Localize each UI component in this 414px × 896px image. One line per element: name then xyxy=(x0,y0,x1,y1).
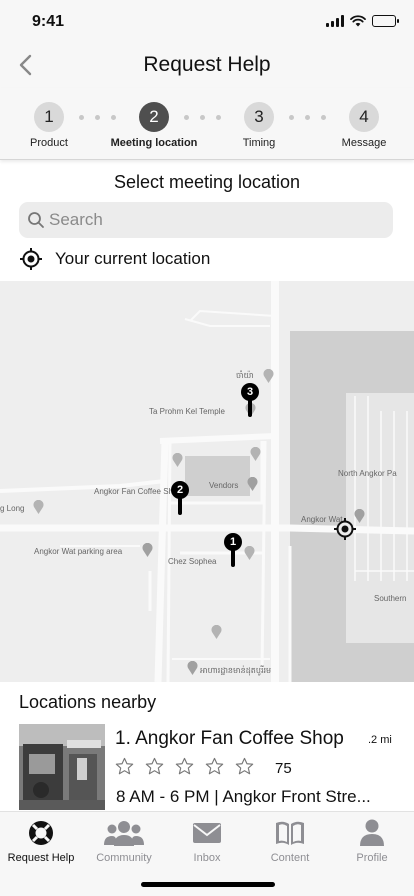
page-title: Request Help xyxy=(143,53,271,76)
step-number: 2 xyxy=(139,102,169,132)
status-time: 9:41 xyxy=(32,13,65,30)
restaurant-poi-icon xyxy=(263,369,274,383)
search-bar[interactable] xyxy=(19,202,393,238)
star-outline-icon xyxy=(115,757,134,775)
restaurant-poi-icon xyxy=(33,500,44,514)
lifebuoy-icon xyxy=(29,821,53,845)
map-label: Ta Prohm Kel Temple xyxy=(149,407,225,416)
place-poi-icon xyxy=(187,661,198,675)
step-label: Meeting location xyxy=(110,137,198,149)
restaurant-poi-icon xyxy=(250,447,261,461)
rating-stars xyxy=(115,757,254,776)
tab-request-help[interactable]: Request Help xyxy=(0,818,82,864)
step-number: 1 xyxy=(34,102,64,132)
map-pin-3[interactable]: 3 xyxy=(241,383,259,419)
step-number: 3 xyxy=(244,102,274,132)
search-input[interactable] xyxy=(49,202,379,238)
tab-inbox[interactable]: Inbox xyxy=(166,818,248,864)
current-location-marker-icon xyxy=(334,518,356,540)
location-hours: 8 AM - 6 PM | Angkor Front Stre... xyxy=(116,787,371,806)
status-icons xyxy=(326,15,399,27)
step-number: 4 xyxy=(349,102,379,132)
book-icon xyxy=(276,821,304,845)
star-outline-icon xyxy=(205,757,224,775)
tab-label: Profile xyxy=(356,852,388,864)
restaurant-poi-icon xyxy=(244,546,255,560)
map-pin-1[interactable]: 1 xyxy=(224,533,242,569)
place-poi-icon xyxy=(247,477,258,491)
map-label: អាហារដ្ឋានមាន់ដុតបូរីរម xyxy=(200,666,272,675)
progress-stepper: 1 Product 2 Meeting location 3 Timing 4 … xyxy=(0,88,414,160)
search-icon xyxy=(28,212,44,228)
map-label: ចាំយ៉ា xyxy=(236,371,254,380)
map-label: Southern xyxy=(374,594,407,603)
current-location-label: Your current location xyxy=(55,249,211,268)
place-poi-icon xyxy=(142,543,153,557)
step-message[interactable]: 4 Message xyxy=(319,102,409,149)
step-label: Message xyxy=(341,137,387,149)
map-pin-2[interactable]: 2 xyxy=(171,481,189,517)
star-outline-icon xyxy=(175,757,194,775)
home-indicator xyxy=(141,882,275,887)
restaurant-poi-icon xyxy=(211,625,222,639)
step-label: Product xyxy=(30,137,68,149)
battery-icon xyxy=(372,15,399,27)
map-label: g Long xyxy=(0,504,25,513)
tab-content[interactable]: Content xyxy=(249,818,331,864)
star-outline-icon xyxy=(145,757,164,775)
map-label: Vendors xyxy=(209,481,239,490)
map[interactable]: ចាំយ៉ា Ta Prohm Kel Temple Vendors Angko… xyxy=(0,281,414,682)
map-roads xyxy=(0,281,414,682)
tab-label: Content xyxy=(270,852,310,864)
location-photo xyxy=(19,724,105,810)
review-count: 75 xyxy=(275,760,292,777)
location-name: 1. Angkor Fan Coffee Shop xyxy=(115,728,344,749)
cellular-signal-icon xyxy=(326,15,344,27)
people-icon xyxy=(104,821,144,846)
tab-label: Community xyxy=(96,852,152,864)
tab-label: Request Help xyxy=(7,852,75,864)
tab-profile[interactable]: Profile xyxy=(331,818,413,864)
section-title: Select meeting location xyxy=(113,172,301,192)
tab-label: Inbox xyxy=(193,852,221,864)
map-label: North Angkor Pa xyxy=(338,469,397,478)
step-timing[interactable]: 3 Timing xyxy=(214,102,304,149)
location-distance: .2 mi xyxy=(368,734,392,746)
map-label: Angkor Wat parking area xyxy=(34,547,123,556)
person-icon xyxy=(360,819,384,846)
nearby-title: Locations nearby xyxy=(19,692,157,712)
map-label: Chez Sophea xyxy=(168,557,217,566)
locate-icon xyxy=(20,248,42,270)
status-bar: 9:41 xyxy=(0,0,414,44)
location-card[interactable]: 1. Angkor Fan Coffee Shop .2 mi 75 8 AM … xyxy=(19,724,399,812)
header: Request Help xyxy=(0,44,414,88)
restaurant-poi-icon xyxy=(172,453,183,467)
tab-community[interactable]: Community xyxy=(83,818,165,864)
map-label: Angkor Fan Coffee Shop xyxy=(94,487,182,496)
current-location-button[interactable]: Your current location xyxy=(19,247,210,271)
mail-icon xyxy=(193,823,221,843)
step-label: Timing xyxy=(242,137,276,149)
step-product[interactable]: 1 Product xyxy=(4,102,94,149)
step-meeting-location[interactable]: 2 Meeting location xyxy=(109,102,199,149)
wifi-icon xyxy=(350,15,366,27)
star-outline-icon xyxy=(235,757,254,775)
